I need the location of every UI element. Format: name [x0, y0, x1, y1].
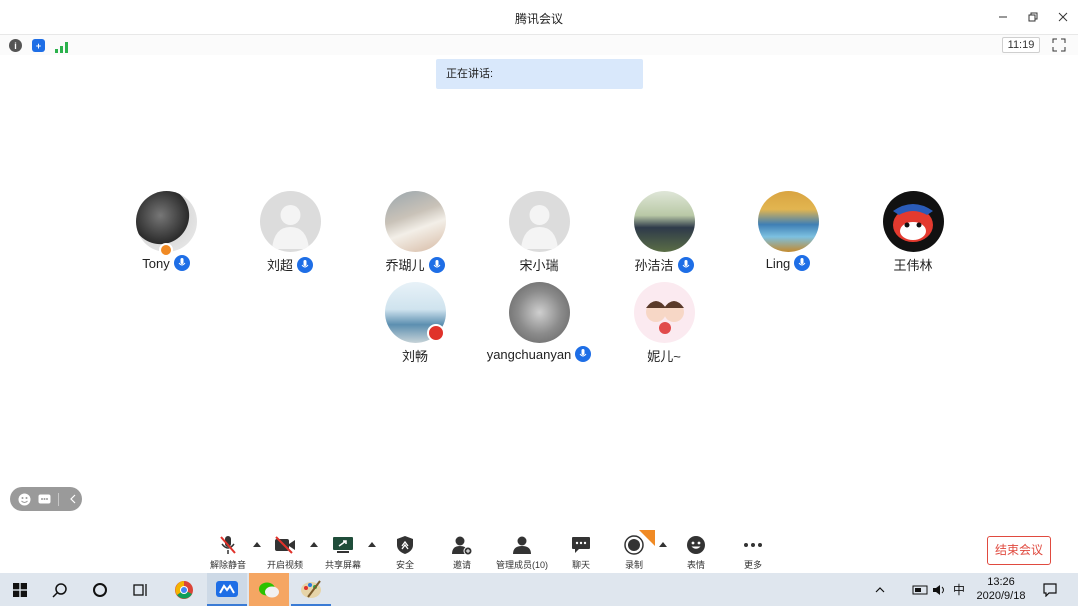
- participant-name: Tony: [142, 255, 170, 271]
- clock-date: 2020/9/18: [976, 590, 1026, 602]
- flag-badge-icon: [426, 324, 445, 342]
- shield-icon[interactable]: +: [32, 39, 45, 52]
- participant-tile[interactable]: 乔瑚儿: [345, 191, 485, 274]
- microphone-icon: [428, 256, 445, 273]
- microphone-icon: [794, 255, 811, 271]
- restore-icon[interactable]: [1018, 6, 1048, 28]
- os-taskbar: 中 13:26 2020/9/18: [0, 573, 1078, 606]
- invite-button[interactable]: 邀请: [432, 534, 492, 571]
- participant-name: 刘畅: [401, 349, 428, 364]
- microphone-icon: [677, 256, 694, 273]
- participant-tile[interactable]: 王伟林: [843, 191, 983, 274]
- record-button[interactable]: 录制: [604, 530, 664, 571]
- network-icon[interactable]: [910, 573, 930, 606]
- avatar: [882, 191, 944, 252]
- reactions-button[interactable]: 表情: [666, 534, 726, 571]
- avatar: [633, 191, 695, 252]
- close-icon[interactable]: [1048, 6, 1078, 28]
- signal-icon[interactable]: [55, 40, 68, 58]
- taskbar-clock[interactable]: 13:26 2020/9/18: [972, 575, 1030, 603]
- unmute-button[interactable]: 解除静音: [198, 534, 258, 571]
- participant-name: 妮儿~: [647, 349, 681, 364]
- more-button[interactable]: 更多: [723, 534, 783, 571]
- search-icon[interactable]: [40, 573, 80, 606]
- chat-bubble-icon[interactable]: [38, 493, 51, 506]
- avatar: [135, 191, 197, 257]
- microphone-muted-icon: [217, 534, 239, 556]
- window-title: 腾讯会议: [514, 12, 563, 26]
- tencent-meeting-app-icon[interactable]: [207, 573, 247, 606]
- more-dots-icon: [742, 534, 764, 556]
- title-bar: 腾讯会议: [0, 0, 1078, 34]
- quick-reaction-pill: [10, 487, 82, 511]
- participant-tile[interactable]: Ling: [718, 191, 858, 271]
- meeting-timer: 11:19: [1002, 37, 1040, 53]
- collapse-chevron-icon[interactable]: [66, 493, 79, 506]
- participant-name: 孙洁洁: [634, 258, 674, 273]
- participant-tile[interactable]: 孙洁洁: [594, 191, 734, 274]
- volume-icon[interactable]: [930, 573, 948, 606]
- avatar: [259, 191, 321, 252]
- participant-tile[interactable]: 宋小瑞: [469, 191, 609, 274]
- avatar: [508, 282, 570, 343]
- chat-icon: [570, 534, 592, 556]
- start-video-button[interactable]: 开启视频: [255, 534, 315, 571]
- speaking-indicator: 正在讲话:: [436, 59, 643, 89]
- participant-tile[interactable]: yangchuanyan: [469, 282, 609, 362]
- cortana-icon[interactable]: [80, 573, 120, 606]
- notification-icon[interactable]: [1040, 573, 1060, 606]
- avatar: [384, 191, 446, 252]
- participant-name: 乔瑚儿: [385, 258, 425, 273]
- participant-name: Ling: [765, 255, 791, 271]
- avatar: [508, 191, 570, 252]
- host-badge-icon: [158, 243, 173, 257]
- meeting-window: 腾讯会议 i + 11:19 正在讲话: Tony 刘超 乔瑚儿 宋小瑞 孙洁洁…: [0, 0, 1078, 573]
- share-screen-button[interactable]: 共享屏幕: [313, 534, 373, 571]
- security-button[interactable]: 安全: [375, 534, 435, 571]
- avatar: [384, 282, 446, 343]
- task-view-icon[interactable]: [120, 573, 160, 606]
- participant-name: yangchuanyan: [486, 346, 572, 362]
- participant-name: 王伟林: [893, 258, 933, 273]
- microphone-icon: [173, 255, 190, 271]
- camera-off-icon: [274, 534, 296, 556]
- microphone-icon: [575, 346, 592, 362]
- minimize-icon[interactable]: [988, 6, 1018, 28]
- chrome-app-icon[interactable]: [164, 573, 204, 606]
- emoji-icon[interactable]: [18, 493, 31, 506]
- info-icon[interactable]: i: [9, 39, 22, 52]
- meeting-toolbar: 解除静音 开启视频 共享屏幕 安全 邀请 管理成员(10) 聊天 录制 表情 更…: [0, 530, 1078, 573]
- record-icon: [623, 530, 655, 556]
- participant-tile[interactable]: 刘畅: [345, 282, 485, 365]
- chat-button[interactable]: 聊天: [551, 534, 611, 571]
- participant-tile[interactable]: 妮儿~: [594, 282, 734, 365]
- microphone-icon: [297, 256, 313, 273]
- new-feature-corner-icon: [639, 530, 655, 546]
- avatar: [633, 282, 695, 343]
- wechat-app-icon[interactable]: [249, 573, 289, 606]
- end-meeting-button[interactable]: 结束会议: [987, 536, 1051, 565]
- avatar: [757, 191, 819, 252]
- screen-share-icon: [332, 534, 354, 556]
- clock-time: 13:26: [987, 576, 1015, 588]
- manage-members-button[interactable]: 管理成员(10): [492, 534, 552, 571]
- participant-tile[interactable]: 刘超: [220, 191, 360, 274]
- window-controls: [988, 6, 1078, 28]
- paint-app-icon[interactable]: [291, 573, 331, 606]
- shield-icon: [394, 534, 416, 556]
- ime-indicator[interactable]: 中: [950, 573, 968, 606]
- show-hidden-icons-chevron-icon[interactable]: [870, 573, 890, 606]
- participant-tile[interactable]: Tony: [96, 191, 236, 271]
- participant-name: 宋小瑞: [519, 258, 559, 273]
- emoji-icon: [685, 534, 707, 556]
- members-icon: [511, 534, 533, 556]
- participant-name: 刘超: [266, 258, 293, 273]
- meeting-info-bar: i + 11:19: [0, 34, 1078, 55]
- fullscreen-icon[interactable]: [1052, 38, 1066, 52]
- add-user-icon: [451, 534, 473, 556]
- windows-start-icon[interactable]: [0, 573, 40, 606]
